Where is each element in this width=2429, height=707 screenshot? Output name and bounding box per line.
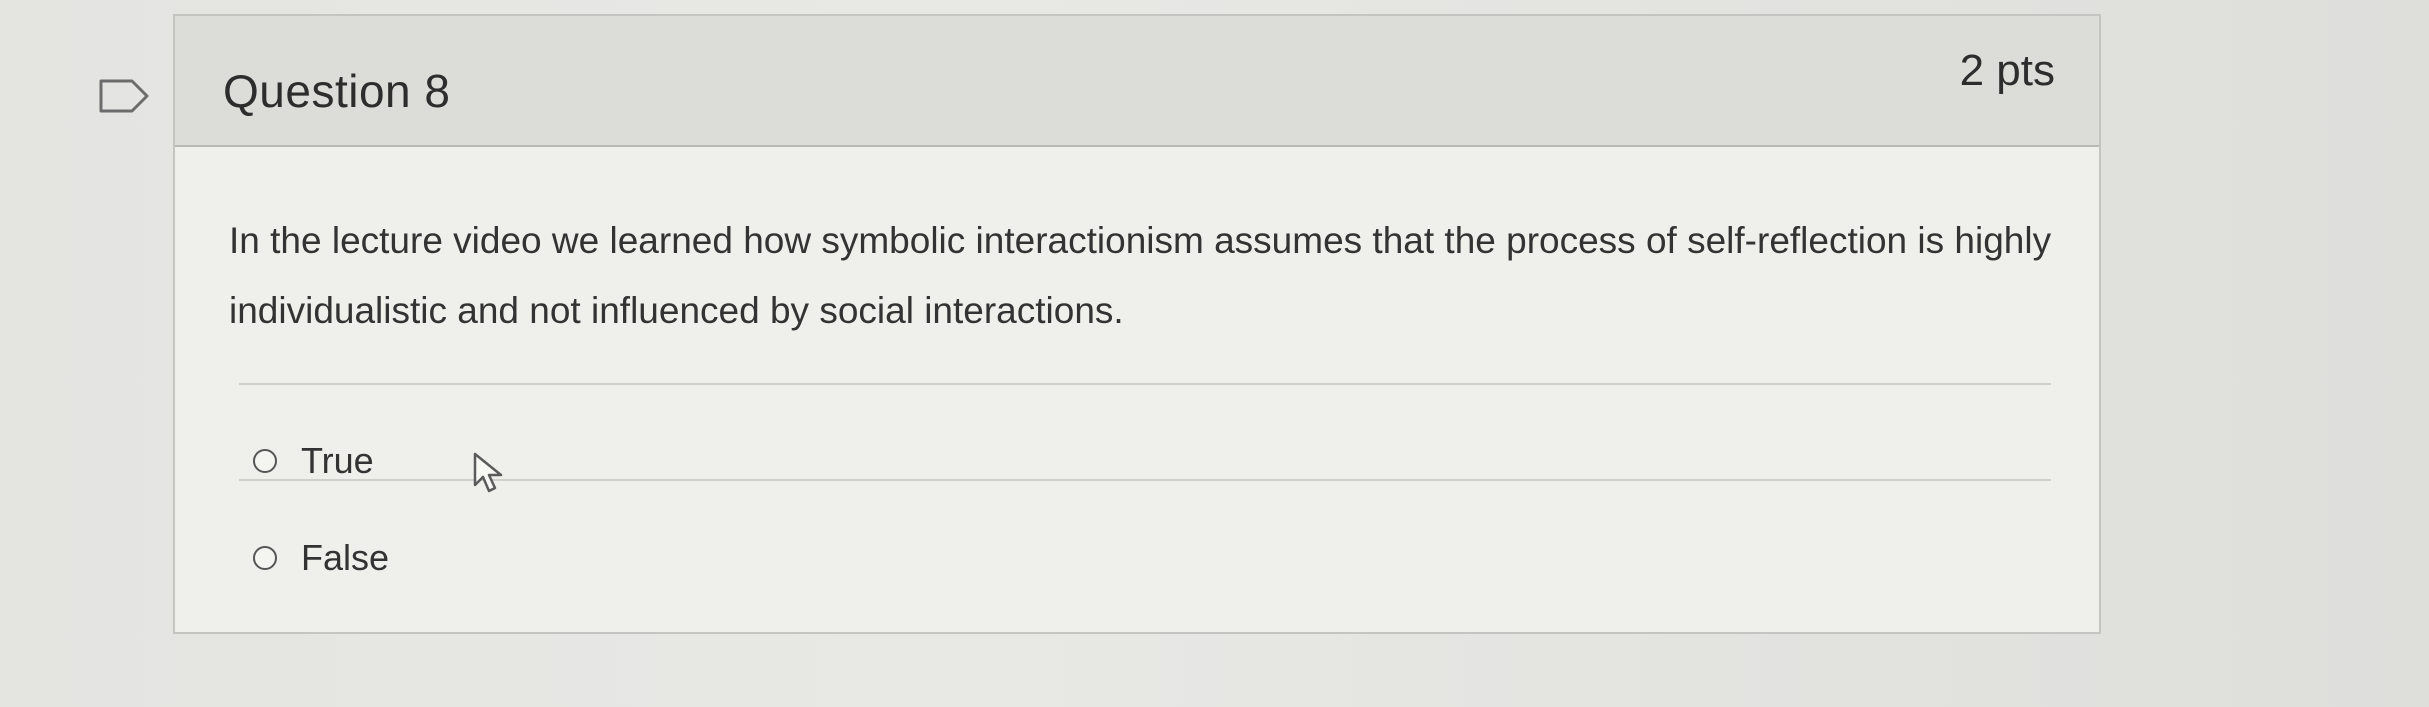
answer-label-true: True [301, 440, 374, 481]
radio-button-false[interactable] [253, 546, 277, 570]
question-card: Question 8 2 pts In the lecture video we… [173, 14, 2101, 634]
answer-label-false: False [301, 537, 390, 578]
flag-question-icon[interactable] [98, 78, 150, 114]
answer-false[interactable]: False [253, 533, 389, 583]
question-text: In the lecture video we learned how symb… [229, 220, 2052, 331]
mouse-pointer-icon [472, 452, 506, 496]
answer-divider [239, 383, 2051, 385]
question-header: Question 8 2 pts [175, 16, 2099, 147]
answer-divider [239, 479, 2051, 481]
question-title: Question 8 [223, 65, 451, 117]
radio-button-true[interactable] [253, 449, 277, 473]
question-points: 2 pts [1959, 46, 2055, 95]
